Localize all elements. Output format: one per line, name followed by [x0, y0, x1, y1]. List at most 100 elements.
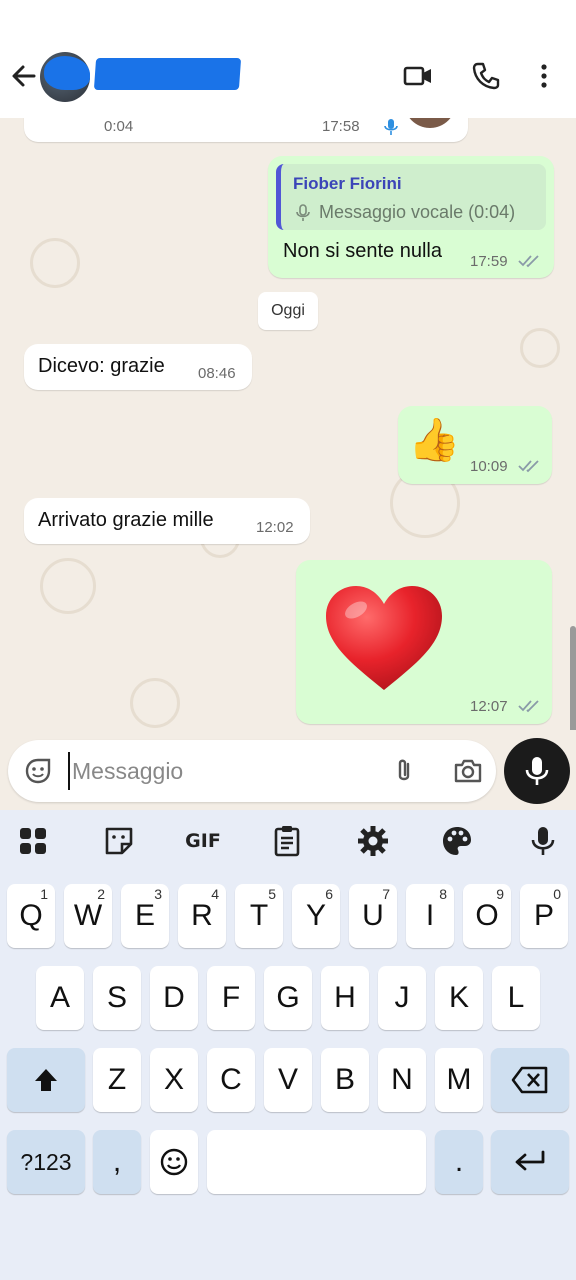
scrollbar-thumb[interactable] [570, 626, 576, 736]
key-alt-label: 4 [211, 886, 219, 902]
enter-return-icon [515, 1150, 545, 1171]
name-redaction [93, 58, 242, 90]
emoji-smile-icon [160, 1148, 188, 1176]
voice-message-bubble[interactable]: 0:04 17:58 [24, 118, 468, 142]
key-v[interactable]: V [264, 1048, 312, 1112]
key-label: P [533, 899, 554, 932]
key-alt-label: 9 [496, 886, 504, 902]
message-time: 12:07 [470, 698, 508, 715]
key-z[interactable]: Z [93, 1048, 141, 1112]
wallpaper-doodle [30, 238, 80, 288]
gif-button[interactable]: GIF [182, 824, 224, 858]
double-tick-icon [518, 255, 539, 268]
camera-icon[interactable] [452, 755, 484, 787]
wallpaper-doodle [40, 558, 96, 614]
backspace-icon [511, 1066, 548, 1094]
sticker-emoji-icon[interactable] [22, 755, 54, 787]
voice-record-button[interactable] [504, 738, 570, 804]
more-vertical-icon[interactable] [528, 60, 560, 92]
message-composer [8, 740, 496, 802]
key-f[interactable]: F [207, 966, 255, 1030]
mic-icon [296, 204, 310, 221]
key-h[interactable]: H [321, 966, 369, 1030]
key-k[interactable]: K [435, 966, 483, 1030]
video-call-icon[interactable] [402, 60, 434, 92]
key-b[interactable]: B [321, 1048, 369, 1112]
key-a[interactable]: A [36, 966, 84, 1030]
key-alt-label: 3 [154, 886, 162, 902]
key-label: Y [305, 899, 326, 932]
outgoing-message-bubble[interactable]: 12:07 [296, 560, 552, 724]
quoted-message[interactable]: Fiober Fiorini Messaggio vocale (0:04) [276, 164, 546, 230]
message-time: 10:09 [470, 458, 508, 475]
mic-icon [384, 119, 398, 135]
key-w[interactable]: 2W [64, 884, 112, 948]
avatar-redaction [44, 56, 90, 90]
key-j[interactable]: J [378, 966, 426, 1030]
back-arrow-icon[interactable] [8, 60, 40, 92]
incoming-message-bubble[interactable]: Arrivato grazie mille 12:02 [24, 498, 310, 544]
settings-gear-icon[interactable] [356, 824, 390, 858]
message-time: 17:59 [470, 253, 508, 270]
space-key[interactable] [207, 1130, 426, 1194]
emoji-message: 👍 [408, 416, 461, 463]
chat-area[interactable]: 0:04 17:58 Fiober Fiorini Messaggio voca… [0, 118, 576, 808]
key-c[interactable]: C [207, 1048, 255, 1112]
key-d[interactable]: D [150, 966, 198, 1030]
onscreen-keyboard: GIF 1Q 2W 3E 4R 5T 6Y 7U 8I 9O 0P A S D … [0, 810, 576, 1280]
double-tick-icon [518, 460, 539, 473]
message-time: 12:02 [256, 519, 294, 536]
key-r[interactable]: 4R [178, 884, 226, 948]
key-u[interactable]: 7U [349, 884, 397, 948]
key-y[interactable]: 6Y [292, 884, 340, 948]
key-alt-label: 2 [97, 886, 105, 902]
key-alt-label: 0 [553, 886, 561, 902]
wallpaper-doodle [130, 678, 180, 728]
microphone-icon [525, 757, 549, 785]
quoted-author: Fiober Fiorini [293, 174, 402, 193]
key-s[interactable]: S [93, 966, 141, 1030]
backspace-key[interactable] [491, 1048, 569, 1112]
key-label: T [249, 899, 269, 932]
key-e[interactable]: 3E [121, 884, 169, 948]
key-label: U [362, 899, 384, 932]
clipboard-icon[interactable] [270, 824, 304, 858]
palette-icon[interactable] [440, 824, 474, 858]
key-l[interactable]: L [492, 966, 540, 1030]
attachment-icon[interactable] [388, 755, 420, 787]
key-alt-label: 6 [325, 886, 333, 902]
comma-key[interactable]: , [93, 1130, 141, 1194]
phone-icon[interactable] [470, 60, 502, 92]
key-g[interactable]: G [264, 966, 312, 1030]
message-input[interactable] [68, 752, 368, 790]
heart-emoji [326, 586, 442, 690]
chat-header: F [0, 0, 576, 118]
outgoing-message-bubble[interactable]: 👍 10:09 [398, 406, 552, 484]
quoted-text: Messaggio vocale (0:04) [319, 202, 516, 222]
shift-arrow-icon [35, 1069, 57, 1091]
key-label: R [191, 899, 213, 932]
sticker-icon[interactable] [102, 824, 136, 858]
key-t[interactable]: 5T [235, 884, 283, 948]
double-tick-icon [518, 700, 539, 713]
key-p[interactable]: 0P [520, 884, 568, 948]
key-q[interactable]: 1Q [7, 884, 55, 948]
key-alt-label: 7 [382, 886, 390, 902]
message-time: 08:46 [198, 365, 236, 382]
shift-key[interactable] [7, 1048, 85, 1112]
key-i[interactable]: 8I [406, 884, 454, 948]
key-x[interactable]: X [150, 1048, 198, 1112]
message-time: 17:58 [322, 118, 360, 135]
enter-key[interactable] [491, 1130, 569, 1194]
message-text: Arrivato grazie mille [38, 509, 214, 531]
key-alt-label: 1 [40, 886, 48, 902]
symbols-key[interactable]: ?123 [7, 1130, 85, 1194]
incoming-message-bubble[interactable]: Dicevo: grazie 08:46 [24, 344, 252, 390]
microphone-icon[interactable] [526, 824, 560, 858]
apps-grid-icon[interactable] [16, 824, 50, 858]
emoji-key[interactable] [150, 1130, 198, 1194]
key-m[interactable]: M [435, 1048, 483, 1112]
key-o[interactable]: 9O [463, 884, 511, 948]
key-n[interactable]: N [378, 1048, 426, 1112]
period-key[interactable]: . [435, 1130, 483, 1194]
